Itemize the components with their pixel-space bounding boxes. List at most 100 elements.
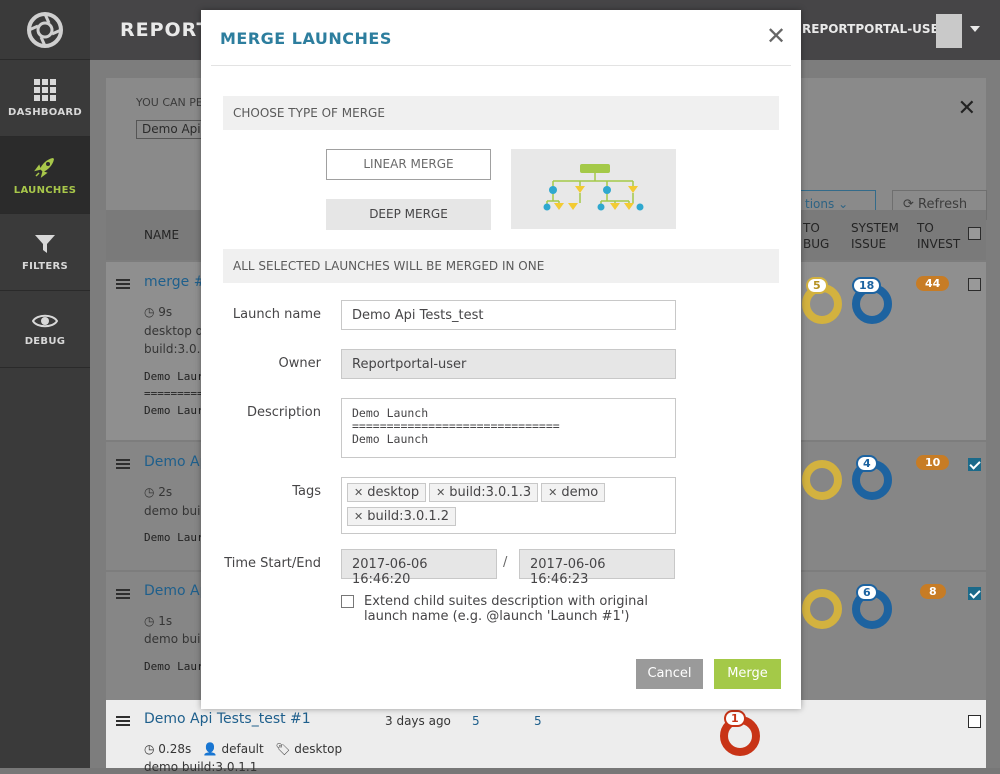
column-name[interactable]: NAME xyxy=(144,227,179,243)
deep-merge-option[interactable]: DEEP MERGE xyxy=(326,199,491,230)
duration-value: 9s xyxy=(158,305,173,319)
merge-info-section-header: ALL SELECTED LAUNCHES WILL BE MERGED IN … xyxy=(223,249,779,283)
sidebar-item-label: DEBUG xyxy=(24,335,66,347)
time-separator: / xyxy=(503,555,508,570)
chevron-down-icon[interactable] xyxy=(970,26,980,32)
column-system-issue[interactable]: SYSTEM ISSUE xyxy=(851,220,899,252)
rocket-icon xyxy=(34,157,54,178)
launch-name-field[interactable]: Demo Api Tests_test xyxy=(341,300,676,330)
merge-diagram-icon xyxy=(511,149,676,229)
sidebar-item-launches[interactable]: LAUNCHES xyxy=(0,137,90,214)
merge-type-section-header: CHOOSE TYPE OF MERGE xyxy=(223,96,779,130)
tag-chip: ✕ build:3.0.1.3 xyxy=(429,483,539,502)
remove-tag-icon[interactable]: ✕ xyxy=(354,510,363,523)
tag-chip: ✕ demo xyxy=(541,483,606,502)
row-tags: demo buil xyxy=(144,504,204,518)
remove-tag-icon[interactable]: ✕ xyxy=(354,486,363,499)
owner-value: default xyxy=(221,742,264,756)
description-textarea[interactable]: Demo Launch ============================… xyxy=(341,398,676,458)
column-to-bug[interactable]: TO BUG xyxy=(803,220,829,252)
sidebar-item-label: FILTERS xyxy=(22,260,68,272)
menu-icon[interactable] xyxy=(116,459,130,461)
system-issue-count: 4 xyxy=(856,455,878,472)
remove-tag-icon[interactable]: ✕ xyxy=(548,486,557,499)
linear-merge-option[interactable]: LINEAR MERGE xyxy=(326,149,491,180)
description-label: Description xyxy=(246,405,321,420)
row-desc: Demo Laur xyxy=(144,370,204,383)
sidebar-item-dashboard[interactable]: DASHBOARD xyxy=(0,60,90,137)
to-invest-badge[interactable]: 44 xyxy=(916,276,950,291)
owner-label: Owner xyxy=(278,356,321,371)
duration: ◷ 9s xyxy=(144,305,173,319)
to-bug-chart[interactable] xyxy=(802,460,842,500)
row-checkbox[interactable] xyxy=(968,587,981,600)
avatar[interactable] xyxy=(936,14,962,48)
divider xyxy=(211,65,791,66)
end-time-field: 2017-06-06 16:46:23 xyxy=(519,549,675,587)
menu-icon[interactable] xyxy=(116,279,130,281)
remove-tag-icon[interactable]: ✕ xyxy=(436,486,445,499)
system-issue-count: 18 xyxy=(852,277,882,294)
product-bug-count: 1 xyxy=(724,710,746,727)
tag-label: build:3.0.1.2 xyxy=(367,509,450,524)
tags-input[interactable]: ✕ desktop ✕ build:3.0.1.3 ✕ demo ✕ build:3.0.1.… xyxy=(341,477,676,534)
sidebar: DASHBOARD LAUNCHES FILTERS DEBUG xyxy=(0,0,90,768)
start-time-field: 2017-06-06 16:46:20 xyxy=(341,549,497,587)
launch-name[interactable]: Demo Ap xyxy=(144,583,209,599)
sidebar-item-label: DASHBOARD xyxy=(8,106,82,118)
row-desc: Demo Laur xyxy=(144,404,204,417)
to-invest-badge[interactable]: 10 xyxy=(916,455,950,470)
row-tags: demo build:3.0.1.1 xyxy=(144,760,258,774)
tag-label: desktop xyxy=(367,485,420,500)
sidebar-item-filters[interactable]: FILTERS xyxy=(0,214,90,291)
tag-label: build:3.0.1.3 xyxy=(449,485,532,500)
extend-description-label[interactable]: Extend child suites description with ori… xyxy=(364,594,684,624)
extend-description-checkbox[interactable] xyxy=(341,595,354,608)
row-build: build:3.0.1 xyxy=(144,342,209,356)
row-desc: Demo Laur xyxy=(144,531,204,544)
funnel-icon xyxy=(35,234,55,253)
tag-label: demo xyxy=(561,485,599,500)
duration: ◷ 1s xyxy=(144,614,173,628)
reportportal-logo[interactable] xyxy=(0,0,90,60)
duration-value: 1s xyxy=(158,614,173,628)
row-checkbox[interactable] xyxy=(968,458,981,471)
duration: ◷ 2s xyxy=(144,485,173,499)
dialog-title: MERGE LAUNCHES xyxy=(220,29,392,48)
row-desc: ========= xyxy=(144,387,204,400)
total-count[interactable]: 5 xyxy=(472,714,480,728)
grid-icon xyxy=(34,78,56,101)
passed-count[interactable]: 5 xyxy=(534,714,542,728)
to-bug-count: 5 xyxy=(806,277,828,294)
tag-chip: ✕ build:3.0.1.2 xyxy=(347,507,457,526)
launch-name-label: Launch name xyxy=(232,307,321,322)
cancel-button[interactable]: Cancel xyxy=(636,659,703,689)
sidebar-item-debug[interactable]: DEBUG xyxy=(0,291,90,368)
close-icon[interactable]: ✕ xyxy=(766,24,786,48)
to-invest-badge[interactable]: 8 xyxy=(920,584,946,599)
launch-name[interactable]: merge # xyxy=(144,274,205,290)
row-tags: demo buil xyxy=(144,632,204,646)
launch-name[interactable]: Demo Api Tests_test #1 xyxy=(144,711,311,727)
tag-value: desktop xyxy=(294,742,343,756)
duration-value: 2s xyxy=(158,485,173,499)
close-icon[interactable]: ✕ xyxy=(958,96,976,121)
tag-chip: ✕ desktop xyxy=(347,483,427,502)
menu-icon[interactable] xyxy=(116,589,130,591)
duration-value: 0.28s xyxy=(158,742,192,756)
launch-name[interactable]: Demo Ap xyxy=(144,454,209,470)
actions-label: tions xyxy=(805,197,835,211)
row-checkbox[interactable] xyxy=(968,715,981,728)
merge-launches-dialog: MERGE LAUNCHES ✕ CHOOSE TYPE OF MERGE LI… xyxy=(201,10,801,709)
row-desc: Demo Laur xyxy=(144,660,204,673)
menu-icon[interactable] xyxy=(116,716,130,718)
user-name[interactable]: REPORTPORTAL-USER xyxy=(802,22,948,36)
select-all-checkbox[interactable] xyxy=(968,227,981,240)
merge-button[interactable]: Merge xyxy=(714,659,781,689)
to-bug-chart[interactable] xyxy=(802,589,842,629)
tags-label: Tags xyxy=(292,484,321,499)
sidebar-item-label: LAUNCHES xyxy=(13,184,77,196)
eye-icon xyxy=(32,314,58,327)
column-to-invest[interactable]: TO INVEST xyxy=(917,220,960,252)
row-checkbox[interactable] xyxy=(968,278,981,291)
